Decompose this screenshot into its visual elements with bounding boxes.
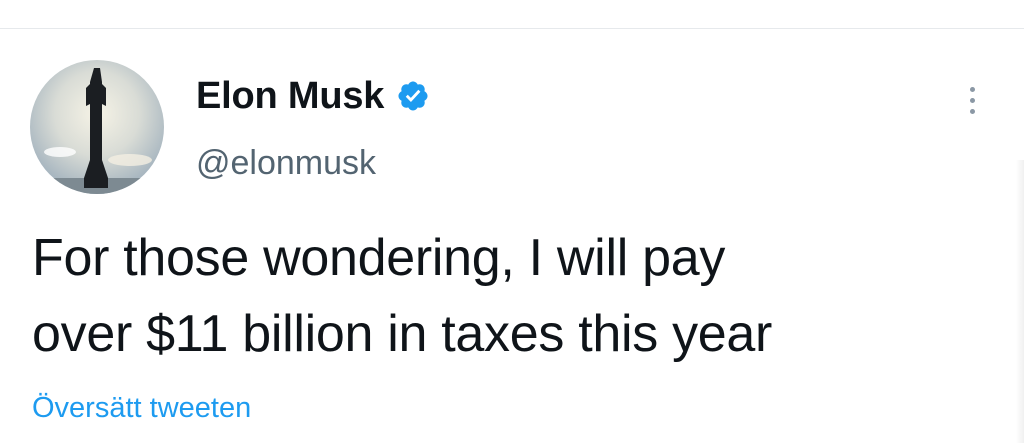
more-dot [969,108,975,114]
verified-badge-icon [396,79,430,113]
more-dot [969,86,975,92]
tweet-text-line: For those wondering, I will pay [32,229,726,287]
tweet-header: Elon Musk @elonmusk [196,70,430,183]
top-strip [0,0,1024,28]
handle[interactable]: @elonmusk [196,144,430,183]
display-name[interactable]: Elon Musk [196,75,384,118]
edge-shadow [1016,160,1024,443]
translate-tweet-link[interactable]: Översätt tweeten [32,392,251,425]
tweet-text-line: over $11 billion in taxes this year [32,305,773,363]
tweet-text: For those wondering, I will pay over $11… [32,220,992,372]
more-vertical-icon[interactable] [958,80,986,120]
more-dot [969,97,975,103]
starship-avatar-icon [30,60,164,194]
avatar[interactable] [30,60,164,194]
name-row: Elon Musk [196,70,430,122]
divider [0,28,1024,29]
